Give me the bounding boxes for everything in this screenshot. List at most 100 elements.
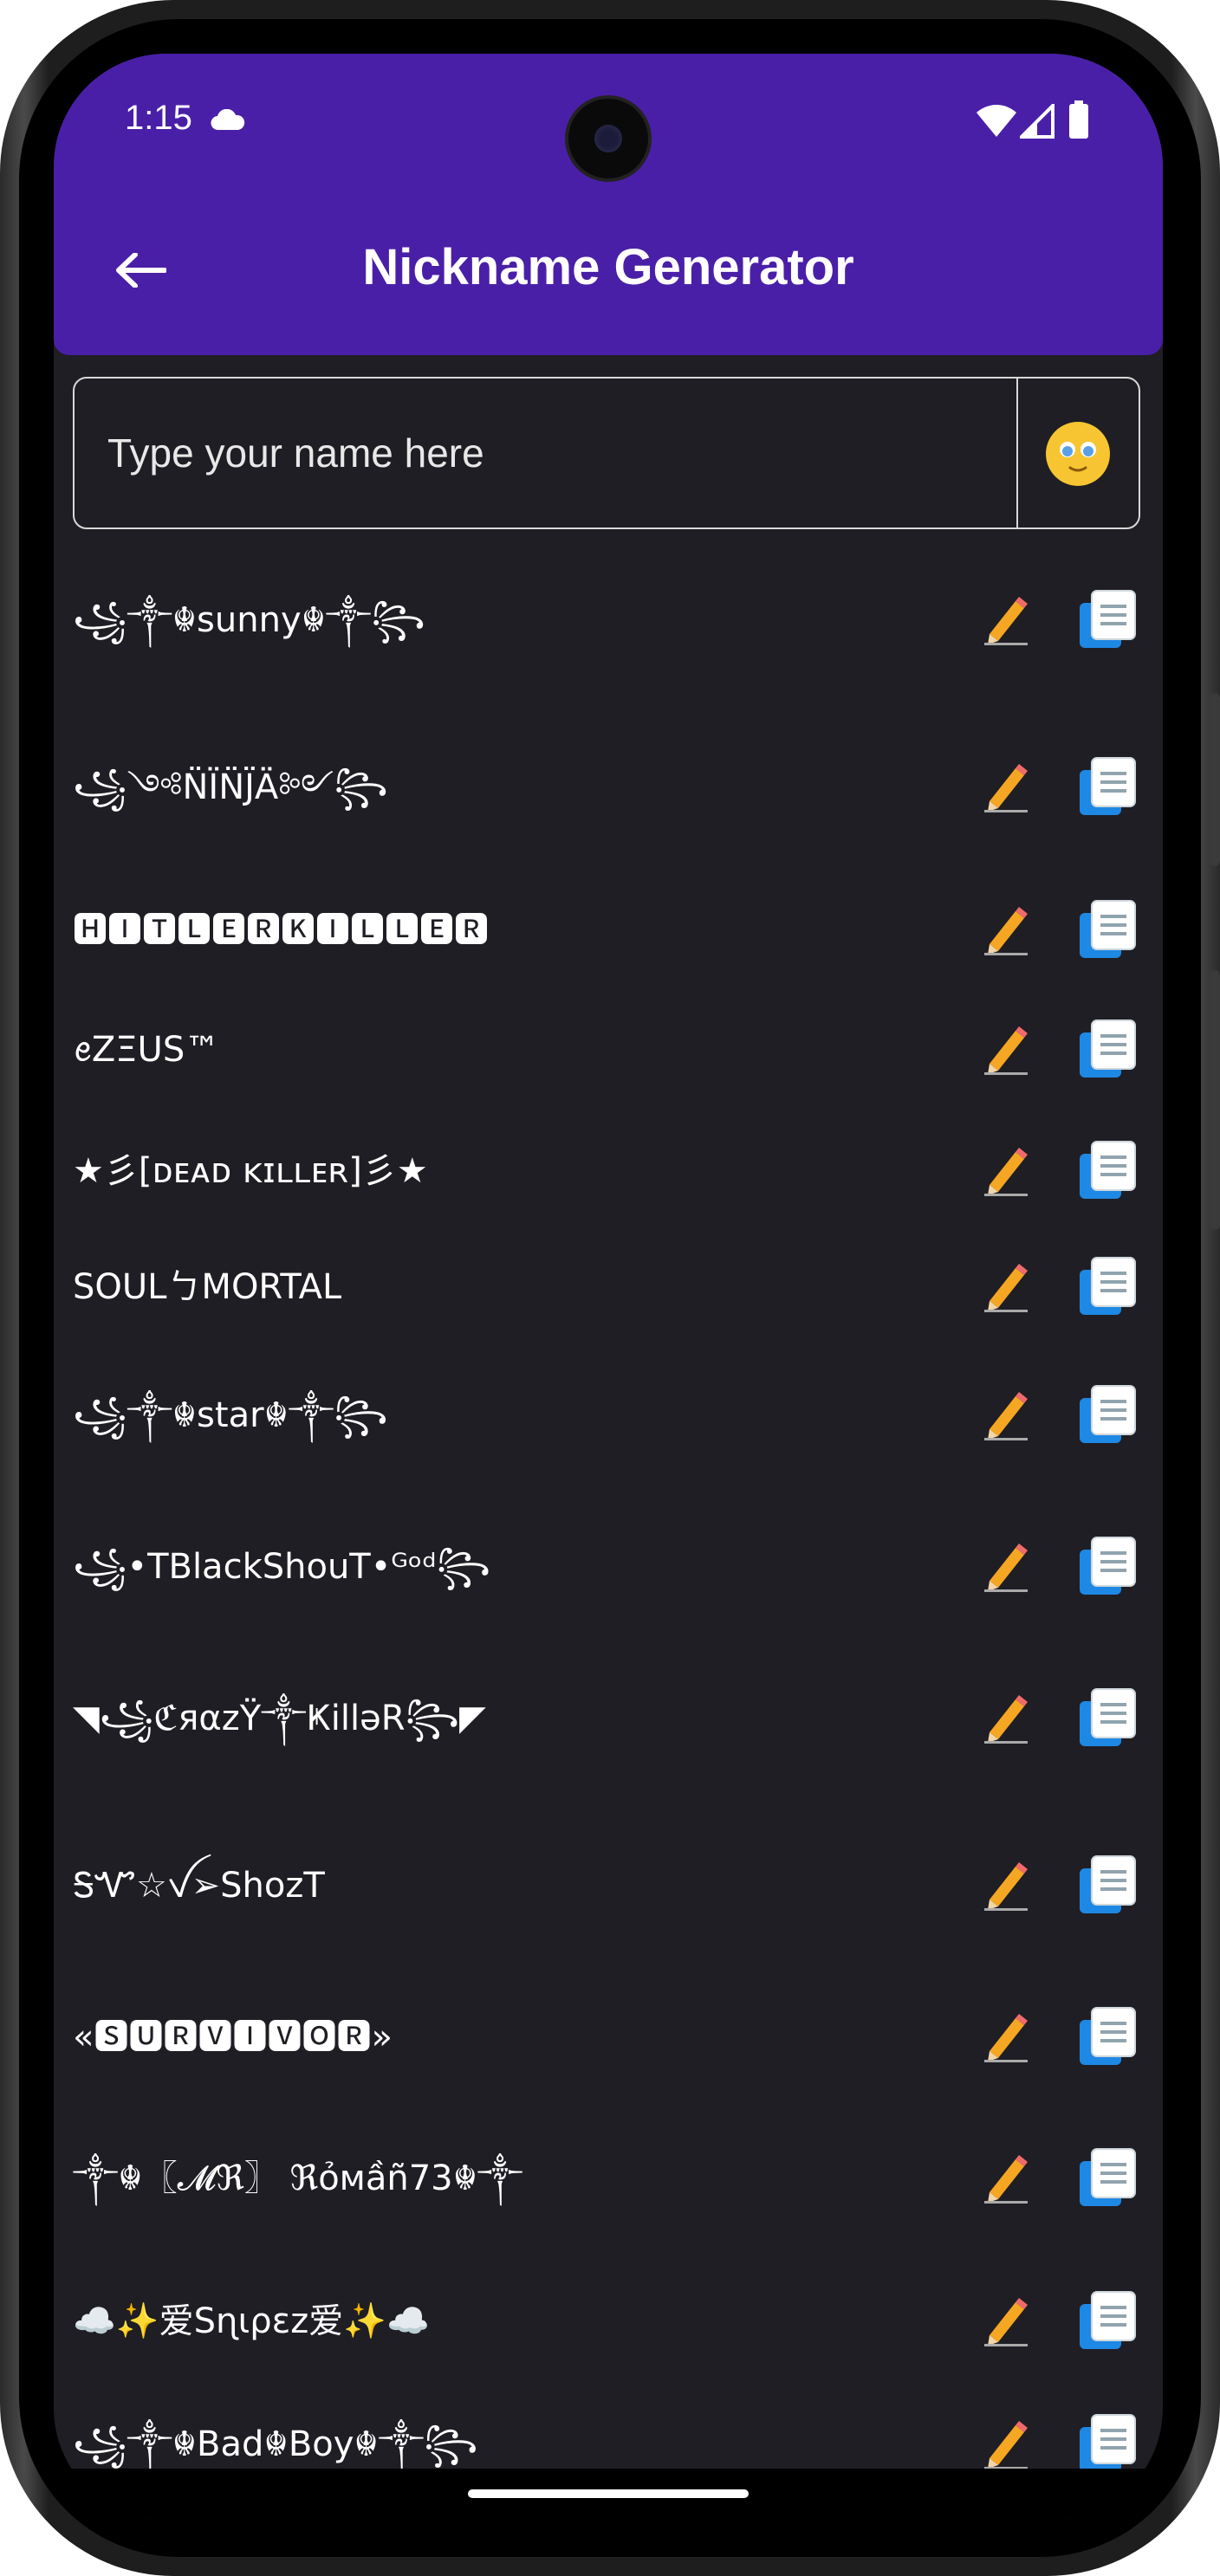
input-divider: [1016, 379, 1018, 527]
nickname-text: ༒☬〖𝓜ℜ〗 ℜỏмầñ73☬༒: [73, 2159, 523, 2198]
copy-icon: [1080, 757, 1136, 815]
edit-button[interactable]: [981, 1145, 1033, 1197]
edit-button[interactable]: [981, 1024, 1033, 1076]
edit-button[interactable]: [981, 1389, 1033, 1441]
copy-icon: [1080, 1257, 1136, 1315]
pencil-icon: [984, 2298, 1028, 2346]
copy-button[interactable]: [1076, 1854, 1139, 1917]
pencil-icon: [984, 1392, 1028, 1440]
edit-button[interactable]: [981, 2418, 1033, 2470]
nickname-text: ᎦᏉ☆ꪜ➢ShozT: [73, 1866, 325, 1906]
nickname-text: ꧁༺N̈ÏN̈J̈Ä༻꧂: [73, 767, 388, 807]
pencil-icon: [984, 1862, 1028, 1911]
pencil-icon: [984, 907, 1028, 955]
edit-button[interactable]: [981, 594, 1033, 646]
list-item: ꧁༺N̈ÏN̈J̈Ä༻꧂: [54, 744, 1163, 831]
list-item: ꧁༒☬sunny☬༒꧂: [54, 577, 1163, 663]
copy-icon: [1080, 2291, 1136, 2349]
app-screen: ꧁༒☬sunny☬༒꧂ ꧁༺N̈ÏN̈J̈Ä༻꧂ 🅷🅸🆃🅻🅴🆁�: [54, 54, 1163, 2521]
copy-button[interactable]: [1076, 1140, 1139, 1202]
copy-button[interactable]: [1076, 1019, 1139, 1081]
edit-button[interactable]: [981, 2011, 1033, 2063]
pencil-icon: [984, 597, 1028, 645]
nickname-text: ꫀZΞUS™: [73, 1030, 220, 1070]
pencil-icon: [984, 1026, 1028, 1075]
signal-icon: [1020, 104, 1055, 139]
copy-icon: [1080, 1855, 1136, 1913]
emoji-face-icon: [1046, 422, 1110, 486]
list-item: ◥꧁ℭяαzΫ༒ҜillǝR꧂◤: [54, 1675, 1163, 1762]
copy-button[interactable]: [1076, 1536, 1139, 1598]
nickname-text: SOULㄅMORTAL: [73, 1267, 342, 1307]
copy-icon: [1080, 2414, 1136, 2472]
pencil-icon: [984, 2014, 1028, 2062]
power-button: [1210, 693, 1220, 866]
copy-icon: [1080, 1141, 1136, 1199]
edit-button[interactable]: [981, 761, 1033, 813]
home-gesture-handle[interactable]: [468, 2489, 749, 2498]
copy-icon: [1080, 1019, 1136, 1078]
list-item: «🆂🆄🆁🆅🅸🆅🅾🆁»: [54, 1994, 1163, 2081]
page-title: Nickname Generator: [362, 239, 854, 295]
copy-button[interactable]: [1076, 2413, 1139, 2476]
copy-icon: [1080, 1688, 1136, 1746]
volume-button: [1210, 970, 1220, 1230]
name-input-box: [73, 377, 1140, 529]
wifi-icon: [977, 105, 1016, 137]
copy-button[interactable]: [1076, 1256, 1139, 1318]
list-item: ★彡[ᴅᴇᴀᴅ ᴋɪʟʟᴇʀ]彡★: [54, 1128, 1163, 1214]
battery-icon: [1069, 100, 1088, 139]
list-item: ꫀZΞUS™: [54, 1006, 1163, 1093]
copy-button[interactable]: [1076, 2290, 1139, 2353]
status-time: 1:15: [125, 99, 192, 137]
list-item: SOULㄅMORTAL: [54, 1244, 1163, 1330]
copy-button[interactable]: [1076, 899, 1139, 961]
nickname-text: 🅷🅸🆃🅻🅴🆁🅺🅸🅻🅻🅴🆁: [73, 910, 489, 950]
list-item: ᎦᏉ☆ꪜ➢ShozT: [54, 1842, 1163, 1929]
front-camera: [565, 95, 652, 182]
pencil-icon: [984, 2155, 1028, 2204]
copy-icon: [1080, 590, 1136, 648]
nickname-text: ꧁•TBlackShouT•ᴳᵒᵈ꧂: [73, 1547, 491, 1587]
nickname-text: ꧁༒☬sunny☬༒꧂: [73, 600, 425, 640]
nickname-text: «🆂🆄🆁🆅🅸🆅🅾🆁»: [73, 2017, 393, 2057]
pencil-icon: [984, 2421, 1028, 2469]
edit-button[interactable]: [981, 1261, 1033, 1313]
nickname-text: ꧁༒☬star☬༒꧂: [73, 1395, 388, 1435]
pencil-icon: [984, 764, 1028, 812]
pencil-icon: [984, 1148, 1028, 1196]
copy-icon: [1080, 2007, 1136, 2065]
edit-button[interactable]: [981, 2295, 1033, 2347]
nickname-text: ★彡[ᴅᴇᴀᴅ ᴋɪʟʟᴇʀ]彡★: [73, 1151, 428, 1191]
name-input[interactable]: [75, 379, 1016, 527]
pencil-icon: [984, 1695, 1028, 1744]
copy-button[interactable]: [1076, 2006, 1139, 2068]
list-item: ꧁•TBlackShouT•ᴳᵒᵈ꧂: [54, 1524, 1163, 1610]
edit-button[interactable]: [981, 1860, 1033, 1912]
pencil-icon: [984, 1544, 1028, 1592]
edit-button[interactable]: [981, 1693, 1033, 1744]
copy-button[interactable]: [1076, 1687, 1139, 1750]
copy-button[interactable]: [1076, 2147, 1139, 2210]
device-frame: ꧁༒☬sunny☬༒꧂ ꧁༺N̈ÏN̈J̈Ä༻꧂ 🅷🅸🆃🅻🅴🆁�: [0, 0, 1220, 2576]
copy-icon: [1080, 900, 1136, 958]
copy-icon: [1080, 1385, 1136, 1443]
edit-button[interactable]: [981, 904, 1033, 956]
list-item: ༒☬〖𝓜ℜ〗 ℜỏмầñ73☬༒: [54, 2135, 1163, 2222]
emoji-button[interactable]: [1044, 420, 1112, 488]
list-item: ☁️✨爱Sɳιρεz爱✨☁️: [54, 2278, 1163, 2365]
copy-button[interactable]: [1076, 756, 1139, 819]
list-item: 🅷🅸🆃🅻🅴🆁🅺🅸🅻🅻🅴🆁: [54, 887, 1163, 974]
cloud-icon: [211, 109, 245, 130]
copy-icon: [1080, 1537, 1136, 1595]
copy-button[interactable]: [1076, 1384, 1139, 1447]
list-item: ꧁༒☬star☬༒꧂: [54, 1372, 1163, 1459]
app-bar: 1:15 Nickname Generator: [54, 54, 1163, 355]
pencil-icon: [984, 1264, 1028, 1312]
copy-button[interactable]: [1076, 589, 1139, 651]
nickname-text: ☁️✨爱Sɳιρεz爱✨☁️: [73, 2301, 430, 2341]
edit-button[interactable]: [981, 2152, 1033, 2204]
edit-button[interactable]: [981, 1541, 1033, 1593]
copy-icon: [1080, 2148, 1136, 2206]
nickname-text: ◥꧁ℭяαzΫ༒ҜillǝR꧂◤: [73, 1699, 486, 1738]
